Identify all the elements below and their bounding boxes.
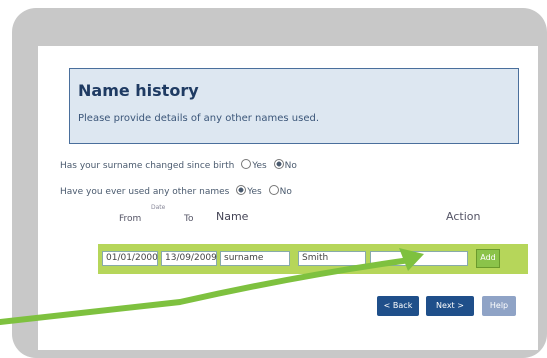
pointer-arrow-icon: [0, 248, 424, 325]
